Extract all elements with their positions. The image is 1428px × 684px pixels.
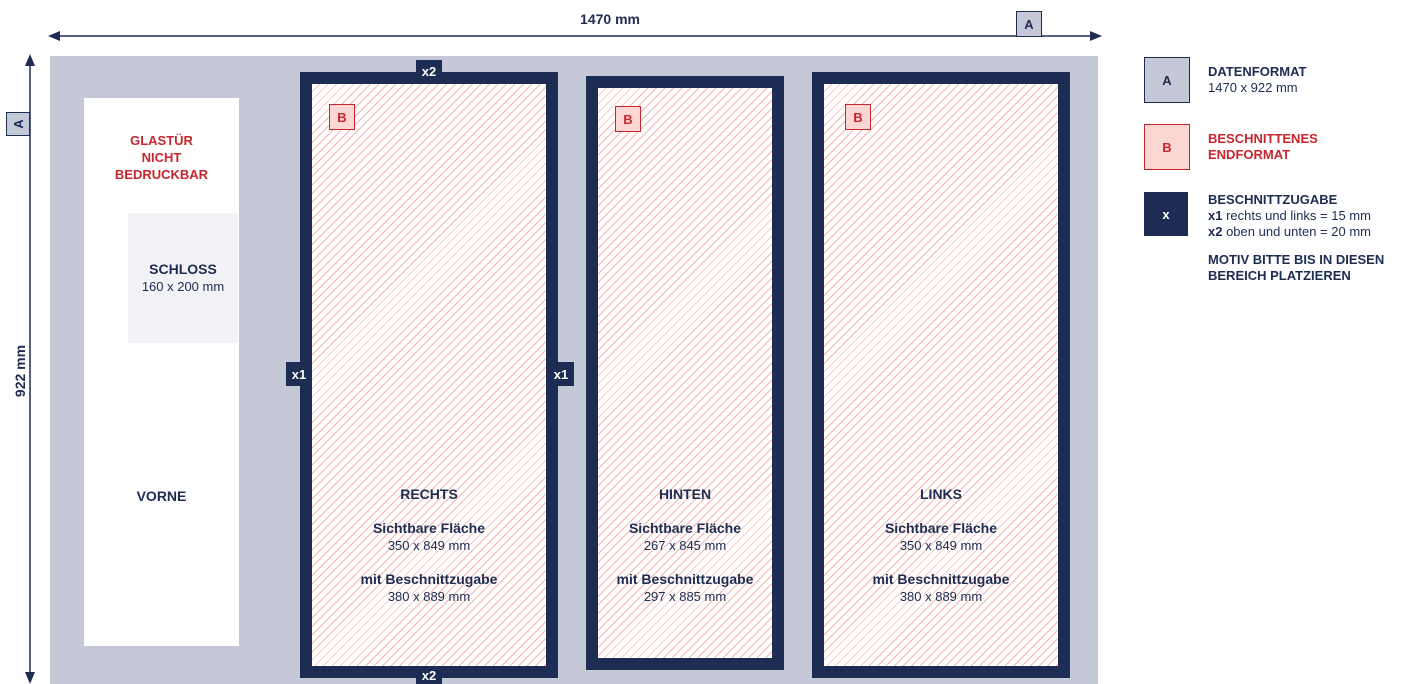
panel-rechts-name: RECHTS (400, 486, 458, 502)
panel-rechts-tag-b: B (329, 104, 355, 130)
panel-hinten-tag-b: B (615, 106, 641, 132)
panel-hinten-name: HINTEN (658, 486, 712, 502)
legend-a-title: DATENFORMAT (1208, 64, 1307, 79)
legend-a-size: 1470 x 922 mm (1208, 80, 1298, 95)
panel-rechts-bleed-label: mit Beschnittzugabe (360, 571, 498, 587)
legend-tag-b: B (1144, 124, 1190, 170)
width-dimension-arrow (48, 31, 1102, 41)
legend-x-title: BESCHNITTZUGABE (1208, 192, 1338, 207)
panel-links-visible-size: 350 x 849 mm (899, 538, 983, 553)
panel-rechts-visible-label: Sichtbare Fläche (372, 520, 486, 536)
panel-links-name: LINKS (920, 486, 962, 502)
width-tag-a: A (1016, 11, 1042, 37)
lock-size: 160 x 200 mm (141, 279, 225, 294)
panel-rechts: B RECHTS Sichtbare Fläche 350 x 849 mm m… (300, 72, 558, 678)
legend-note-line-1: MOTIV BITTE BIS IN DIESEN (1208, 252, 1385, 267)
panel-rechts-bleed-size: 380 x 889 mm (387, 589, 471, 604)
panel-rechts-text: RECHTS Sichtbare Fläche 350 x 849 mm mit… (312, 486, 546, 605)
panel-hinten: B HINTEN Sichtbare Fläche 267 x 845 mm m… (586, 76, 784, 670)
marker-x2-top: x2 (416, 60, 442, 82)
panel-links-tag-b: B (845, 104, 871, 130)
panel-hinten-text: HINTEN Sichtbare Fläche 267 x 845 mm mit… (598, 486, 772, 605)
lock-area: SCHLOSS 160 x 200 mm (128, 213, 238, 343)
marker-x1-left: x1 (286, 362, 312, 386)
legend-x2-line: x2 oben und unten = 20 mm (1208, 224, 1371, 239)
legend-note-line-2: BEREICH PLATZIEREN (1208, 268, 1351, 283)
panel-links-bleed-size: 380 x 889 mm (899, 589, 983, 604)
marker-x1-right: x1 (548, 362, 574, 386)
panel-rechts-visible-size: 350 x 849 mm (387, 538, 471, 553)
glass-not-printable-label: GLASTÜR NICHT BEDRUCKBAR (114, 133, 209, 182)
panel-links-text: LINKS Sichtbare Fläche 350 x 849 mm mit … (824, 486, 1058, 605)
panel-rechts-visible-area: B RECHTS Sichtbare Fläche 350 x 849 mm m… (312, 84, 546, 666)
panel-hinten-visible-label: Sichtbare Fläche (628, 520, 742, 536)
panel-hinten-visible-size: 267 x 845 mm (643, 538, 727, 553)
marker-x2-bottom: x2 (416, 666, 442, 684)
height-tag-a: A (6, 112, 30, 136)
front-label: VORNE (136, 488, 187, 504)
panel-links: B LINKS Sichtbare Fläche 350 x 849 mm mi… (812, 72, 1070, 678)
legend-a-text: DATENFORMAT 1470 x 922 mm (1208, 64, 1423, 96)
panel-hinten-bleed-label: mit Beschnittzugabe (616, 571, 754, 587)
height-label: 922 mm (12, 344, 28, 398)
panel-links-visible-label: Sichtbare Fläche (884, 520, 998, 536)
panel-links-bleed-label: mit Beschnittzugabe (872, 571, 1010, 587)
legend-tag-x: x (1144, 192, 1188, 236)
lock-title: SCHLOSS (149, 261, 217, 277)
legend-tag-a: A (1144, 57, 1190, 103)
legend-x-text: BESCHNITTZUGABE x1 rechts und links = 15… (1208, 192, 1426, 284)
legend-x1-line: x1 rechts und links = 15 mm (1208, 208, 1371, 223)
width-label: 1470 mm (580, 11, 640, 27)
panel-links-visible-area: B LINKS Sichtbare Fläche 350 x 849 mm mi… (824, 84, 1058, 666)
panel-hinten-visible-area: B HINTEN Sichtbare Fläche 267 x 845 mm m… (598, 88, 772, 658)
door-glass-area: GLASTÜR NICHT BEDRUCKBAR VORNE (84, 98, 239, 646)
legend-b-text: BESCHNITTENES ENDFORMAT (1208, 131, 1318, 162)
panel-hinten-bleed-size: 297 x 885 mm (643, 589, 727, 604)
